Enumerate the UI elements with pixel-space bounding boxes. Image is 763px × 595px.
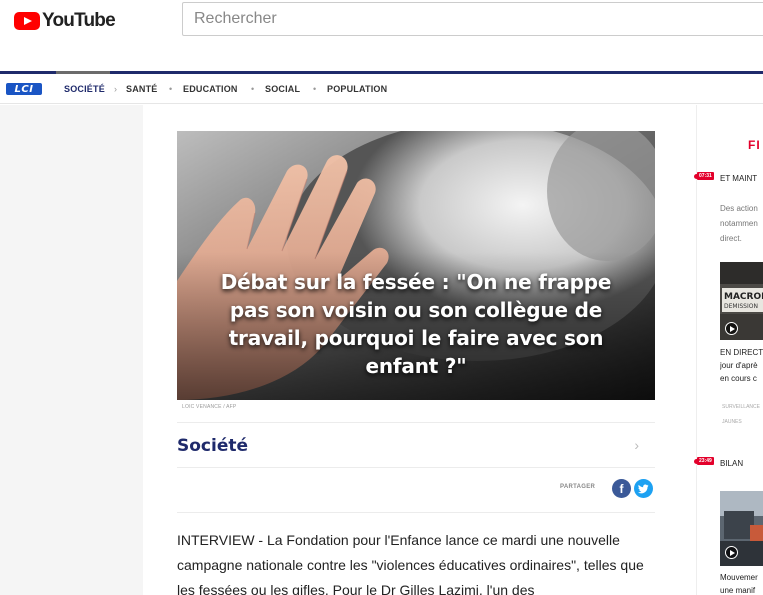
tab-social[interactable]: SOCIAL: [265, 74, 300, 104]
sidebar-item-caption: EN DIRECT: [720, 348, 763, 357]
sidebar-item-excerpt: Des action: [720, 204, 758, 213]
section-header[interactable]: Société ›: [177, 422, 655, 468]
youtube-play-icon: [14, 12, 40, 30]
time-badge: 23:49: [697, 457, 714, 465]
lci-nav: LCI SOCIÉTÉ › SANTÉ • EDUCATION • SOCIAL…: [0, 71, 763, 104]
sidebar-item-title[interactable]: ET MAINT: [720, 174, 757, 183]
twitter-bird-icon: [638, 484, 649, 494]
separator-dot-icon: •: [313, 84, 317, 94]
sidebar-item-excerpt: direct.: [720, 234, 742, 243]
sidebar-item-caption: en cours c: [720, 374, 757, 383]
sidebar-item-tag: JAUNES: [722, 419, 742, 425]
sidebar-item-tag: SURVEILLANCE: [722, 404, 760, 410]
tab-societe[interactable]: SOCIÉTÉ: [64, 74, 105, 104]
separator-dot-icon: •: [251, 84, 255, 94]
play-icon: [725, 546, 738, 559]
svg-text:MACRON: MACRON: [724, 292, 763, 302]
section-title: Société: [177, 436, 249, 456]
tab-population[interactable]: POPULATION: [327, 74, 387, 104]
share-label: PARTAGER: [560, 484, 596, 490]
chevron-right-icon: ›: [114, 84, 117, 94]
divider: [177, 512, 655, 513]
article-body: INTERVIEW - La Fondation pour l'Enfance …: [177, 532, 644, 595]
photo-credit: LOIC VENANCE / AFP: [182, 404, 237, 410]
twitter-share-icon[interactable]: [634, 479, 653, 498]
time-badge: 07:31: [697, 172, 714, 180]
lci-logo-text: LCI: [14, 83, 34, 95]
youtube-logo-text: YouTube: [42, 10, 116, 31]
play-icon: [725, 322, 738, 335]
sidebar-item-caption: une manif: [720, 586, 756, 595]
separator-dot-icon: •: [169, 84, 173, 94]
sidebar-item-excerpt: notammen: [720, 219, 758, 228]
chevron-right-icon: ›: [634, 437, 639, 453]
video-thumbnail[interactable]: MACRON DEMISSION: [720, 262, 763, 340]
sidebar-item-title[interactable]: BILAN: [720, 459, 743, 468]
hero-title: Débat sur la fessée : "On ne frappe pas …: [220, 270, 612, 378]
youtube-header: YouTube: [0, 0, 763, 46]
left-gutter: [0, 105, 143, 595]
facebook-share-icon[interactable]: f: [612, 479, 631, 498]
sidebar-heading: FI: [748, 138, 761, 152]
lci-logo[interactable]: LCI: [6, 83, 42, 95]
youtube-logo[interactable]: YouTube: [14, 10, 116, 32]
tab-education[interactable]: EDUCATION: [183, 74, 238, 104]
video-thumbnail[interactable]: [720, 491, 763, 566]
svg-text:DEMISSION: DEMISSION: [724, 303, 758, 310]
sidebar-item-caption: Mouvemer: [720, 573, 758, 582]
hero-image[interactable]: Débat sur la fessée : "On ne frappe pas …: [177, 131, 655, 400]
tab-sante[interactable]: SANTÉ: [126, 74, 158, 104]
sidebar-item-caption: jour d'aprè: [720, 361, 758, 370]
search-input[interactable]: [182, 2, 763, 36]
